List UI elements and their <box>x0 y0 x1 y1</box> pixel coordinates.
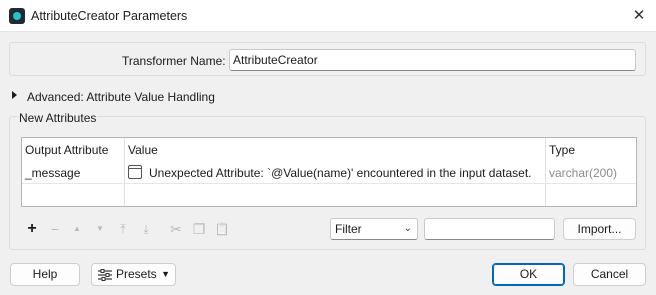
column-header-value[interactable]: Value <box>128 143 158 157</box>
column-header-type[interactable]: Type <box>549 143 575 157</box>
move-up-icon[interactable]: ▲ <box>69 221 85 237</box>
add-row-icon[interactable]: + <box>24 221 40 237</box>
text-editor-icon[interactable] <box>128 165 142 179</box>
window-title: AttributeCreator Parameters <box>31 9 188 23</box>
paste-icon[interactable]: 📋 <box>214 221 230 237</box>
move-to-top-icon[interactable]: ⤒ <box>115 221 131 237</box>
new-attributes-title: New Attributes <box>18 111 98 125</box>
copy-icon[interactable]: ❐ <box>191 221 207 237</box>
presets-button[interactable]: Presets ▼ <box>91 263 176 286</box>
presets-label: Presets <box>116 267 157 281</box>
filter-dropdown[interactable]: Filter ⌄ <box>330 218 418 240</box>
dropdown-caret-icon: ▼ <box>161 269 170 279</box>
cell-output-attribute[interactable]: _message <box>25 166 80 180</box>
cancel-button[interactable]: Cancel <box>573 263 646 286</box>
cell-value[interactable]: Unexpected Attribute: `@Value(name)' enc… <box>149 166 531 180</box>
move-down-icon[interactable]: ▼ <box>92 221 108 237</box>
cell-type[interactable]: varchar(200) <box>549 166 617 180</box>
close-icon[interactable]: ✕ <box>630 7 648 25</box>
cut-icon[interactable]: ✂ <box>168 221 184 237</box>
column-divider <box>545 138 546 206</box>
expand-arrow-icon[interactable] <box>12 91 17 99</box>
filter-selected-value: Filter <box>335 222 362 236</box>
chevron-down-icon: ⌄ <box>403 223 412 234</box>
import-button[interactable]: Import... <box>563 218 636 240</box>
ok-button[interactable]: OK <box>492 263 565 286</box>
remove-row-icon[interactable]: − <box>47 221 63 237</box>
transformer-name-input[interactable] <box>229 49 636 71</box>
column-divider <box>124 138 125 206</box>
column-header-output-attribute[interactable]: Output Attribute <box>25 143 108 157</box>
attributes-table: Output Attribute Value Type _message Une… <box>21 137 637 207</box>
transformer-name-label: Transformer Name: <box>122 54 226 68</box>
fme-app-icon <box>9 8 25 24</box>
row-divider <box>22 183 636 184</box>
advanced-section-toggle[interactable]: Advanced: Attribute Value Handling <box>27 90 215 104</box>
move-to-bottom-icon[interactable]: ⤓ <box>138 221 154 237</box>
sliders-icon <box>98 269 112 281</box>
help-button[interactable]: Help <box>10 263 80 286</box>
filter-input[interactable] <box>424 218 555 240</box>
